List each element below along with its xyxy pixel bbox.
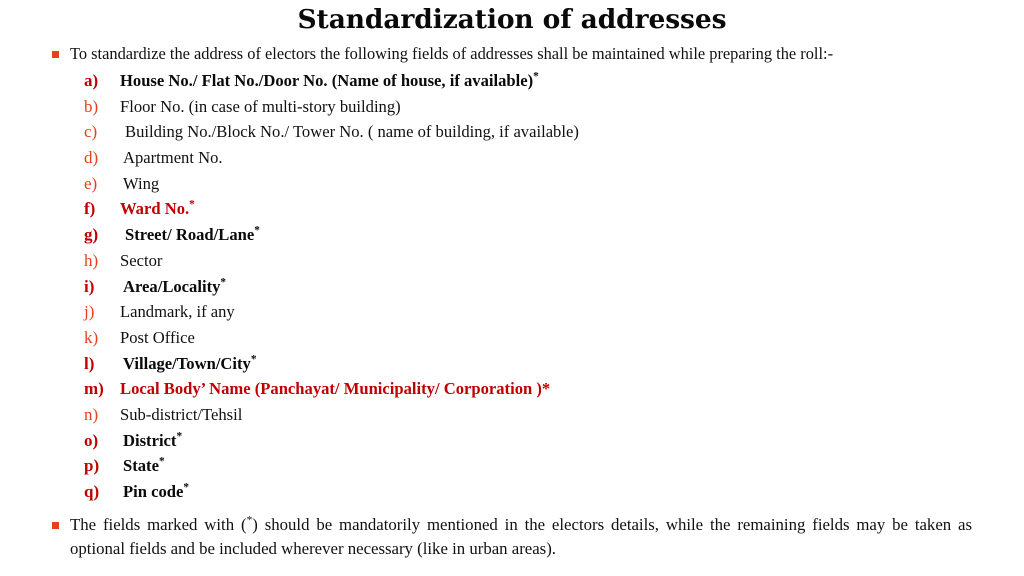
list-item-marker: i) — [84, 276, 95, 296]
list-item-label: House No./ Flat No./Door No. (Name of ho… — [120, 70, 539, 90]
address-fields-list: a) House No./ Flat No./Door No. (Name of … — [84, 68, 1004, 505]
list-item: h) Sector — [84, 248, 1004, 274]
mandatory-asterisk: * — [254, 224, 260, 237]
list-item: e) Wing — [84, 171, 1004, 197]
list-item: n) Sub-district/Tehsil — [84, 402, 1004, 428]
list-item-marker: f) — [84, 199, 96, 219]
list-item-label: Ward No.* — [120, 198, 195, 219]
mandatory-asterisk: * — [250, 353, 257, 366]
list-item-label: District* — [123, 430, 183, 450]
list-item-marker: e) — [84, 173, 98, 193]
list-item-label: Building No./Block No./ Tower No. ( name… — [125, 122, 579, 142]
mandatory-asterisk: * — [246, 514, 253, 527]
list-item-label: Village/Town/City* — [123, 353, 257, 373]
list-item-marker: j) — [84, 302, 95, 322]
list-item-marker: h) — [84, 250, 99, 270]
list-item: k) Post Office — [84, 325, 1004, 351]
list-item-marker: l) — [84, 353, 95, 373]
closing-bullet-line: The fields marked with (*) should be man… — [52, 513, 980, 561]
list-item-marker: m) — [84, 379, 104, 399]
list-item-label: Street/ Road/Lane* — [125, 224, 260, 245]
list-item-marker: q) — [84, 482, 100, 501]
intro-bullet-line: To standardize the address of electors t… — [52, 43, 1002, 64]
list-item: o) District* — [84, 428, 1004, 454]
square-bullet-icon — [52, 51, 59, 58]
square-bullet-icon — [52, 522, 59, 529]
list-item-marker: g) — [84, 225, 99, 245]
list-item: c) Building No./Block No./ Tower No. ( na… — [84, 119, 1004, 145]
list-item-label: Wing — [123, 173, 160, 193]
list-item: a) House No./ Flat No./Door No. (Name of … — [84, 68, 1004, 94]
list-item-label: Floor No. (in case of multi-story buildi… — [120, 96, 401, 116]
mandatory-asterisk: * — [183, 481, 190, 494]
list-item-marker: d) — [84, 148, 99, 168]
list-item-label: Landmark, if any — [120, 302, 235, 322]
list-item-marker: b) — [84, 96, 99, 116]
list-item: p) State* — [84, 453, 1004, 479]
list-item: m) Local Body’ Name (Panchayat/ Municipal… — [84, 376, 1004, 402]
list-item-label: Sub-district/Tehsil — [120, 404, 243, 424]
mandatory-asterisk: * — [158, 455, 165, 468]
list-item: l) Village/Town/City* — [84, 351, 1004, 377]
list-item: g) Street/ Road/Lane* — [84, 222, 1004, 248]
list-item-label: Post Office — [120, 327, 195, 347]
list-item-marker: n) — [84, 404, 99, 424]
list-item: q) Pin code* — [84, 479, 1004, 505]
list-item-marker: p) — [84, 456, 100, 476]
list-item-label: Pin code* — [123, 481, 190, 501]
list-item-label: Area/Locality* — [123, 275, 227, 296]
closing-note-text: The fields marked with (*) should be man… — [70, 514, 972, 558]
intro-text: To standardize the address of electors t… — [70, 44, 834, 63]
mandatory-asterisk: * — [533, 70, 539, 83]
list-item: f) Ward No.* — [84, 196, 1004, 222]
list-item: j) Landmark, if any — [84, 299, 1004, 325]
list-item-label: Sector — [120, 250, 163, 270]
mandatory-asterisk: * — [189, 198, 195, 211]
list-item-label: Local Body’ Name (Panchayat/ Municipalit… — [120, 379, 551, 399]
list-item: d) Apartment No. — [84, 145, 1004, 171]
list-item-label: State* — [123, 455, 165, 476]
list-item: b) Floor No. (in case of multi-story buil… — [84, 94, 1004, 120]
list-item: i) Area/Locality* — [84, 274, 1004, 300]
list-item-marker: o) — [84, 430, 99, 450]
list-item-label: Apartment No. — [123, 148, 223, 168]
slide-canvas: Standardization of addresses To standard… — [0, 0, 1024, 576]
mandatory-asterisk: * — [220, 275, 227, 288]
list-item-marker: a) — [84, 71, 99, 90]
mandatory-asterisk: * — [176, 430, 183, 443]
page-title: Standardization of addresses — [297, 4, 727, 35]
list-item-marker: k) — [84, 327, 99, 347]
list-item-marker: c) — [84, 122, 98, 142]
